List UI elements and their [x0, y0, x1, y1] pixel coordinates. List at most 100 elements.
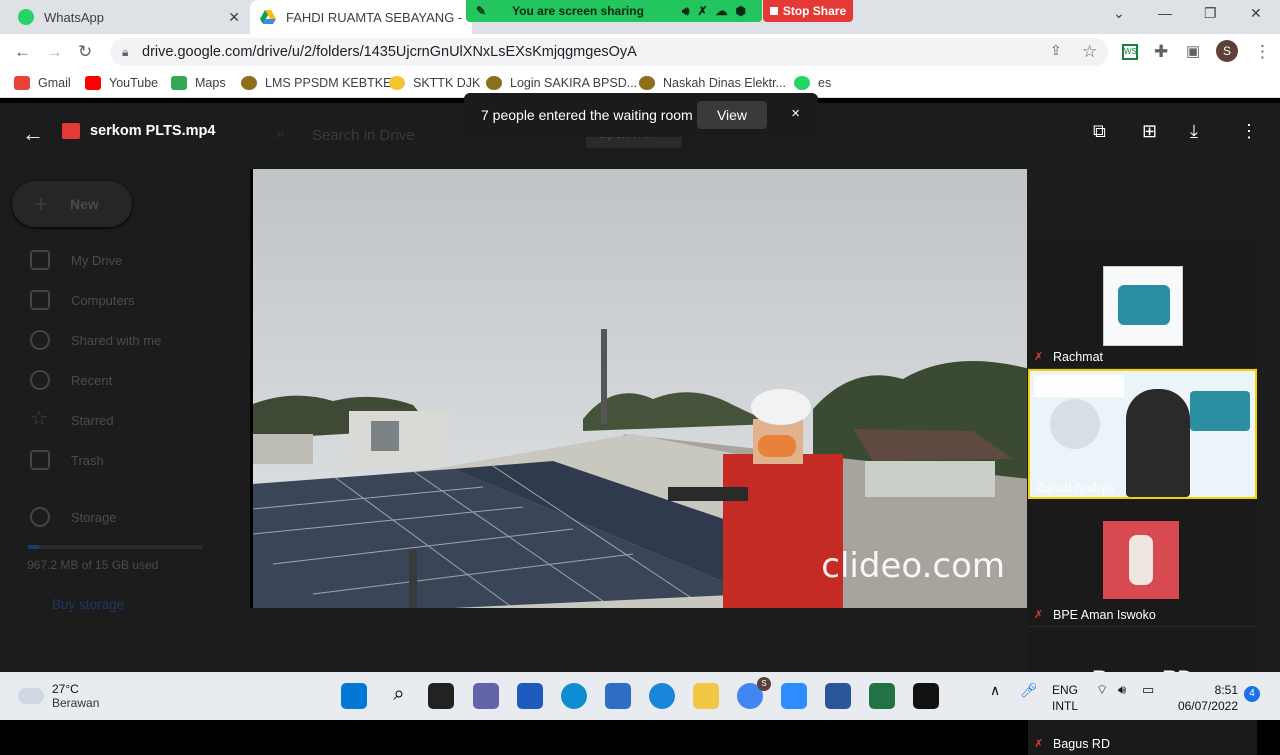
lock-icon[interactable]: 🔒︎: [122, 45, 128, 60]
sidebar-item-storage[interactable]: Storage: [71, 510, 117, 525]
audio-app-icon[interactable]: [913, 683, 939, 709]
mic-off-icon[interactable]: ✗: [697, 4, 707, 18]
sidebar-item-my-drive[interactable]: My Drive: [71, 253, 122, 268]
windows-taskbar: 27°C Berawan ⌕ S ∧ 🎤︎ ENG INTL ⌔ 🔊︎ ▭ 8:…: [0, 672, 1280, 720]
profile-avatar[interactable]: S: [1216, 40, 1238, 62]
whatsapp-icon: [794, 76, 810, 90]
close-toast-icon[interactable]: ×: [791, 105, 800, 122]
participant-tile[interactable]: ✗ Rachmat: [1028, 241, 1257, 369]
bookmark-lms[interactable]: LMS PPSDM KEBTKE: [241, 76, 391, 90]
plus-icon: +: [34, 191, 49, 218]
storage-bar-fill: [28, 545, 40, 549]
sidebar-item-trash[interactable]: Trash: [71, 453, 104, 468]
sidebar-item-recent[interactable]: Recent: [71, 373, 112, 388]
extension-ws-icon[interactable]: WS: [1122, 44, 1138, 60]
notification-badge[interactable]: 4: [1244, 686, 1260, 702]
wifi-icon[interactable]: ⌔: [1096, 682, 1108, 698]
share-page-icon[interactable]: ⇪: [1050, 42, 1062, 59]
download-icon[interactable]: ⤓: [1190, 121, 1198, 142]
file-explorer-icon[interactable]: [693, 683, 719, 709]
toast-message: 7 people entered the waiting room: [481, 107, 693, 123]
start-icon[interactable]: [341, 683, 367, 709]
participant-name: ✗ BPE Aman Iswoko: [1034, 608, 1156, 622]
bookmark-sakira[interactable]: Login SAKIRA BPSD...: [486, 76, 637, 90]
video-player[interactable]: clideo.com: [250, 169, 1027, 608]
google-drive-icon: [260, 9, 276, 25]
participant-avatar: [1103, 266, 1183, 346]
side-panel-icon[interactable]: ▣: [1186, 42, 1200, 60]
tab-whatsapp[interactable]: WhatsApp ✕: [8, 0, 248, 34]
url-field[interactable]: 🔒︎ drive.google.com/drive/u/2/folders/14…: [110, 38, 1108, 66]
menu-icon[interactable]: ⋮: [1254, 42, 1271, 62]
chrome-icon[interactable]: S: [737, 677, 771, 709]
bookmark-star-icon[interactable]: ☆: [1082, 42, 1097, 62]
view-button[interactable]: View: [697, 101, 767, 129]
buy-storage-button[interactable]: Buy storage: [52, 597, 124, 612]
minimize-icon[interactable]: —: [1158, 5, 1172, 21]
url-text: drive.google.com/drive/u/2/folders/1435U…: [142, 44, 637, 60]
bookmark-label: LMS PPSDM KEBTKE: [265, 76, 392, 90]
task-view-icon[interactable]: [428, 683, 454, 709]
cloud-icon[interactable]: ☁: [716, 4, 728, 18]
close-window-icon[interactable]: ✕: [1250, 5, 1262, 22]
date: 06/07/2022: [1177, 699, 1238, 713]
sidebar-item-shared[interactable]: Shared with me: [71, 333, 161, 348]
battery-icon[interactable]: ▭: [1142, 682, 1154, 698]
volume-icon[interactable]: 🔊︎: [1118, 682, 1126, 698]
reload-icon[interactable]: ↻: [78, 42, 92, 62]
pin-icon[interactable]: ✎: [476, 4, 486, 18]
store-icon[interactable]: [517, 683, 543, 709]
zoom-icon[interactable]: [781, 683, 807, 709]
tab-title: FAHDI RUAMTA SEBAYANG - Goo: [286, 9, 462, 25]
tab-drive[interactable]: FAHDI RUAMTA SEBAYANG - Goo: [250, 0, 472, 34]
microphone-icon[interactable]: 🎤︎: [1020, 682, 1038, 698]
add-shortcut-icon[interactable]: ⊞: [1142, 121, 1157, 142]
restore-icon[interactable]: ❐: [1204, 5, 1217, 22]
bookmark-label: SKTTK DJK: [413, 76, 481, 90]
close-tab-icon[interactable]: ✕: [228, 9, 240, 26]
forward-icon[interactable]: →: [46, 42, 63, 62]
search-input[interactable]: Search in Drive: [312, 127, 415, 144]
search-icon[interactable]: ⌕: [386, 683, 412, 709]
remote-app-icon[interactable]: [649, 683, 675, 709]
participant-tile-active-speaker[interactable]: Zuhud Andrya: [1028, 369, 1257, 499]
bookmark-gmail[interactable]: Gmail: [14, 76, 71, 90]
sidebar-item-starred[interactable]: Starred: [71, 413, 114, 428]
gmail-icon: [14, 76, 30, 90]
add-to-drive-icon[interactable]: ⧉: [1093, 121, 1106, 142]
language-indicator[interactable]: ENG INTL: [1052, 682, 1078, 714]
edge-icon[interactable]: [561, 683, 587, 709]
clock[interactable]: 8:51 06/07/2022: [1176, 682, 1238, 714]
back-arrow-icon[interactable]: ←: [22, 121, 44, 147]
bookmark-maps[interactable]: Maps: [171, 76, 226, 90]
maps-icon: [171, 76, 187, 90]
stop-share-label: Stop Share: [782, 4, 847, 18]
bookmark-youtube[interactable]: YouTube: [85, 76, 158, 90]
more-options-icon[interactable]: ⋮: [1240, 121, 1258, 142]
bookmark-es[interactable]: es: [794, 76, 831, 90]
language: ENG: [1052, 683, 1079, 697]
extensions-icon[interactable]: ✚: [1154, 42, 1168, 62]
audio-icon[interactable]: 🔊︎: [682, 4, 690, 19]
participant-tile[interactable]: ✗ BPE Aman Iswoko: [1028, 499, 1257, 627]
word-icon[interactable]: [825, 683, 851, 709]
show-hidden-icons[interactable]: ∧: [990, 682, 1000, 698]
new-button[interactable]: + New: [12, 181, 132, 227]
tab-search-icon[interactable]: ⌄: [1113, 5, 1125, 22]
teams-icon[interactable]: [473, 683, 499, 709]
back-icon[interactable]: ←: [14, 42, 31, 62]
certificate-badge-icon: [1118, 285, 1170, 325]
shared-icon: [30, 330, 50, 350]
weather-widget[interactable]: 27°C Berawan: [18, 682, 99, 710]
bookmark-naskah[interactable]: Naskah Dinas Elektr...: [639, 76, 786, 90]
new-label: New: [70, 196, 99, 212]
djk-logo-icon: [389, 76, 405, 90]
sidebar-item-computers[interactable]: Computers: [71, 293, 135, 308]
bookmark-skttk[interactable]: SKTTK DJK: [389, 76, 480, 90]
stop-share-button[interactable]: Stop Share: [763, 0, 853, 22]
mail-icon[interactable]: [605, 683, 631, 709]
whatsapp-icon: [18, 9, 34, 25]
cloud-storage-icon: [30, 507, 50, 527]
waiting-room-toast: 7 people entered the waiting room View ×: [464, 93, 818, 137]
excel-icon[interactable]: [869, 683, 895, 709]
